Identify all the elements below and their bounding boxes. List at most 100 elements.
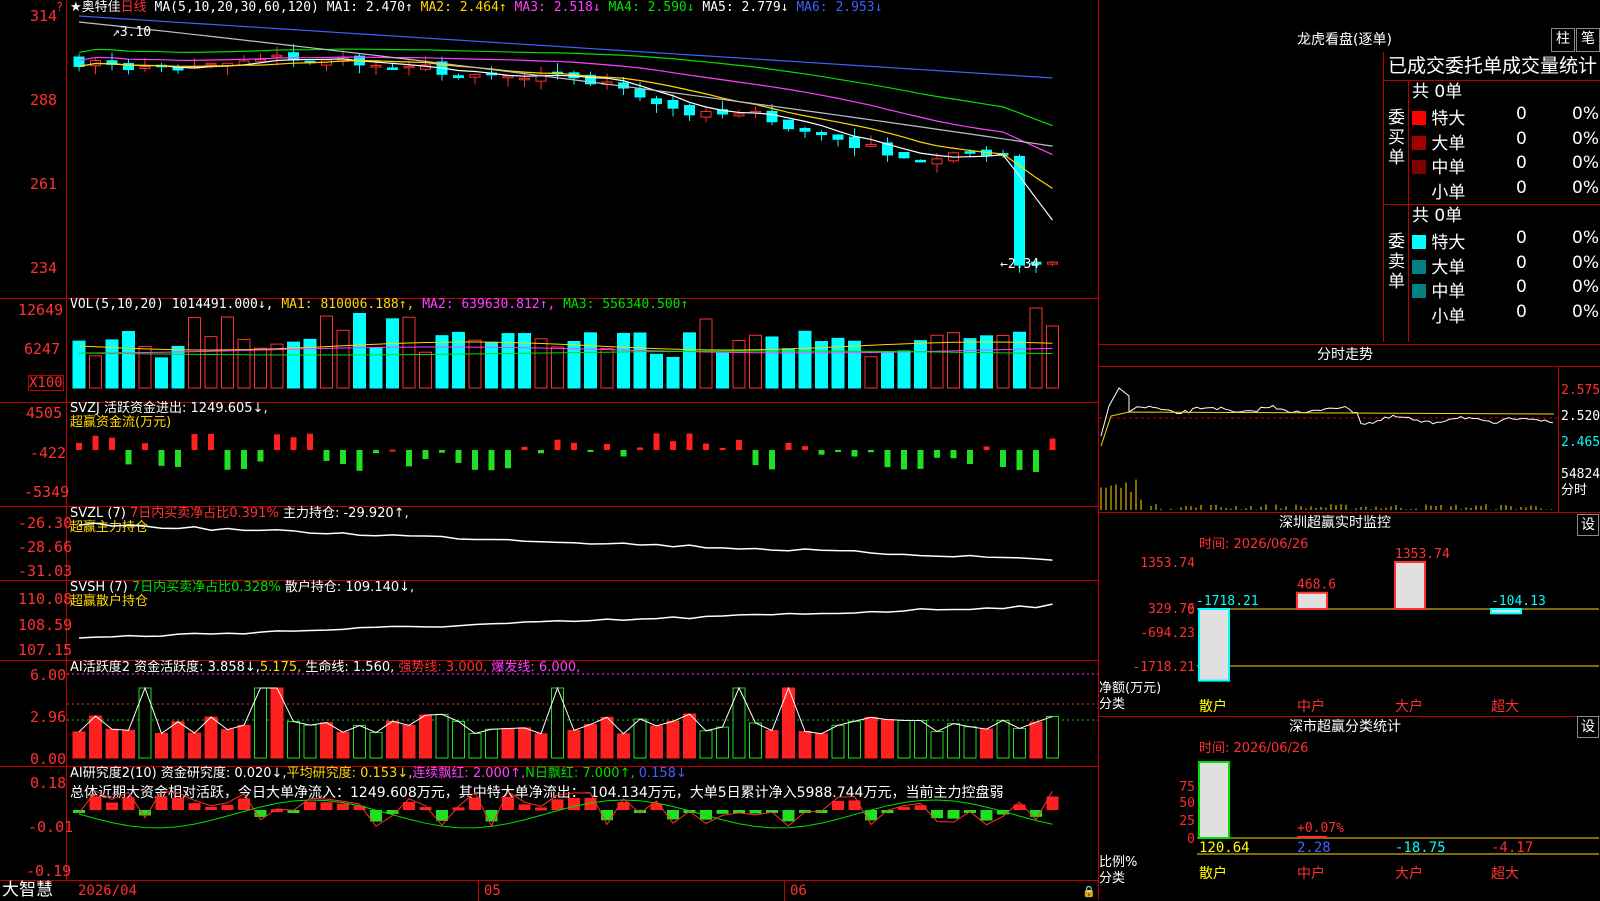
volume-panel[interactable]: 12649 6247 X100 VOL(5,10,20) 1014491.000… (0, 298, 1098, 403)
flow-bar (1049, 438, 1056, 450)
candle-body (849, 136, 860, 149)
volume-bar (633, 332, 647, 389)
candle-body (519, 77, 530, 81)
candle-body (783, 119, 794, 130)
activity-bar (435, 713, 449, 759)
monitor-bar (1394, 561, 1426, 610)
monitor-axis-label: 1353.74 (1140, 556, 1195, 571)
activity-bar (963, 726, 977, 759)
price-axis-314: 314 (30, 7, 58, 25)
row-pct: 0% (1572, 177, 1599, 198)
svsh-axis-bot: 107.15 (18, 641, 73, 659)
pen-mode-button[interactable]: 笔 (1576, 28, 1600, 52)
svzj-panel[interactable]: 4505 -422 -5349 SVZJ 活跃资金进出: 1249.605↓, … (0, 402, 1098, 507)
sell-row-4: 小单 0 0% (1412, 302, 1599, 327)
research-bar (452, 807, 465, 811)
intraday-axis-mid: 2.520 (1561, 409, 1600, 424)
activity-bar (534, 733, 548, 759)
flow-bar (538, 450, 544, 454)
flow-bar (637, 447, 643, 450)
volume-bar (848, 340, 861, 389)
svsh-axis: 110.08 108.59 107.15 (0, 580, 72, 660)
activity-bar (221, 729, 234, 759)
activity-bar (468, 732, 482, 759)
flow-bar (901, 450, 907, 470)
research-bar (518, 804, 531, 810)
svsh-panel[interactable]: 110.08 108.59 107.15 SVSH (7) 7日内买卖净占比0.… (0, 580, 1098, 661)
flow-bar (818, 450, 825, 455)
ai-active-panel[interactable]: 6.00 2.96 0.00 AI活跃度2 资金活跃度: 3.858↓,5.17… (0, 660, 1098, 767)
volume-bar (402, 316, 416, 389)
flow-bar (1016, 450, 1023, 470)
ai-research-panel[interactable]: 0.18 -0.01 -0.19 AI研究度2(10) 资金研究度: 0.020… (0, 766, 1098, 880)
flow-bar (752, 450, 759, 466)
flow-bar (241, 450, 247, 469)
volume-bar (980, 335, 993, 389)
volume-bar (435, 335, 449, 389)
candle-body (370, 65, 382, 68)
activity-bar (287, 721, 300, 759)
classify-category: 散户 (1199, 865, 1227, 882)
monitor-category: 大户 (1395, 698, 1423, 715)
monitor-bar (1490, 608, 1522, 615)
monitor-panel: 深圳超赢实时监控 设 时间: 2026/06/26 1353.74 329.76 0… (1099, 512, 1600, 717)
volume-bar (798, 330, 812, 389)
volume-bar (270, 343, 284, 389)
volume-bar (518, 333, 531, 389)
monitor-category: 中户 (1297, 698, 1325, 715)
svzl-panel[interactable]: -26.30 -28.66 -31.03 SVZL (7) 7日内买卖净占比0.… (0, 506, 1098, 581)
vol-axis-mid: 6247 (24, 340, 61, 358)
classify-axis-label: 0 (1187, 832, 1195, 847)
price-panel[interactable]: 314 288 261 234 ? ★奥特佳日线 MA(5,10,20,30,6… (0, 0, 1098, 299)
research-bar (419, 807, 432, 811)
activity-bar (155, 732, 168, 759)
svzj-axis: 4505 -422 -5349 (0, 402, 69, 506)
research-bar (749, 810, 762, 814)
research-bar (502, 796, 514, 810)
research-bar (535, 807, 547, 811)
research-bar (89, 796, 102, 810)
ai-active-axis-bot: 0.00 (30, 750, 67, 768)
svzl-axis-top: -26.30 (18, 514, 73, 532)
volume-bar (501, 333, 515, 389)
volume-bar (72, 340, 86, 389)
activity-bar (485, 728, 498, 759)
classify-value: -18.75 (1395, 840, 1446, 856)
classify-chart: 7550 25 0 +0.07% 120.64 散户 2.28 中户 -18.75 大户 -4.17… (1179, 761, 1599, 882)
flow-bar (158, 450, 165, 466)
research-bar (172, 797, 184, 810)
volume-bar (1046, 325, 1059, 389)
volume-bar (584, 332, 597, 389)
candle-body (931, 158, 943, 165)
activity-bar (716, 726, 729, 759)
flow-bar (422, 450, 429, 460)
row-pct: 0% (1572, 301, 1599, 322)
vol-axis-top: 12649 (18, 301, 64, 319)
candle-body (651, 98, 662, 105)
activity-bar (204, 716, 218, 759)
main-chart-area[interactable]: 314 288 261 234 ? ★奥特佳日线 MA(5,10,20,30,6… (0, 0, 1098, 901)
candlestick-chart[interactable] (67, 0, 1098, 298)
volume-bar (782, 348, 795, 389)
monitor-bar (1296, 591, 1328, 610)
row-name: 特大 (1431, 109, 1466, 129)
activity-bar (600, 716, 614, 759)
activity-bar (749, 722, 762, 759)
bar-mode-button[interactable]: 柱 (1551, 28, 1575, 52)
volume-axis: 12649 6247 X100 (0, 298, 67, 402)
help-icon[interactable]: ? (56, 0, 63, 14)
monitor-axis-label: -1718.21 (1132, 660, 1195, 675)
candle-body (898, 151, 910, 159)
buy-total: 共 0单 (1412, 82, 1463, 102)
classify-bar (1198, 761, 1230, 839)
flow-bar (1000, 450, 1006, 467)
flow-bar (373, 450, 379, 454)
ai-research-axis-bot: -0.19 (26, 862, 72, 880)
volume-bar (600, 348, 614, 389)
volume-bar (815, 341, 828, 389)
intraday-panel[interactable]: 分时走势 2.575 2.520 2.465 54824 分时 (1099, 344, 1600, 513)
candle-body (733, 113, 745, 117)
activity-bar (831, 724, 845, 759)
volume-bar (732, 339, 746, 389)
research-bar (337, 803, 349, 810)
